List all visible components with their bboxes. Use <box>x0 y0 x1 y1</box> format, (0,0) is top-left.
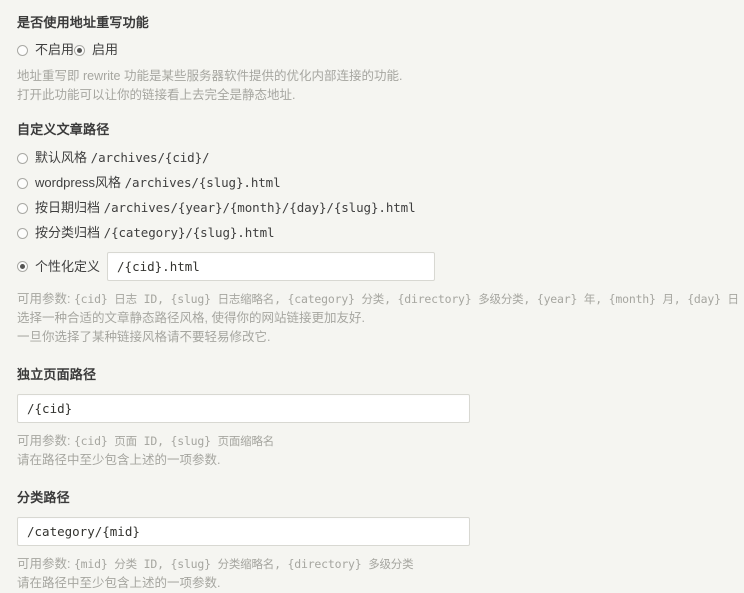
category-path-help-line-2: 请在路径中至少包含上述的一项参数. <box>17 576 221 590</box>
category-path-section-title: 分类路径 <box>17 490 70 505</box>
post-path-option-custom-row: 个性化定义 /{cid}.html <box>17 252 744 281</box>
page-path-help-params-value: {cid} 页面 ID, {slug} 页面缩略名 <box>73 434 275 448</box>
page-path-help-line-2: 请在路径中至少包含上述的一项参数. <box>17 453 221 467</box>
page-path-input[interactable]: /{cid} <box>17 394 470 423</box>
post-path-option-default-label: 默认风格 /archives/{cid}/ <box>35 150 210 166</box>
category-path-help: 可用参数: {mid} 分类 ID, {slug} 分类缩略名, {direct… <box>17 555 744 593</box>
rewrite-option-enabled[interactable]: 启用 <box>74 42 118 58</box>
post-path-option-by-date-label: 按日期归档 /archives/{year}/{month}/{day}/{sl… <box>35 200 416 216</box>
rewrite-option-disabled-label: 不启用 <box>35 42 75 57</box>
post-path-option-default[interactable]: 默认风格 /archives/{cid}/ <box>17 150 744 166</box>
radio-circle-icon[interactable] <box>17 44 28 56</box>
rewrite-option-enabled-label: 启用 <box>92 42 119 57</box>
post-path-option-by-date[interactable]: 按日期归档 /archives/{year}/{month}/{day}/{sl… <box>17 200 744 216</box>
post-path-option-by-category-name: 按分类归档 <box>35 225 101 240</box>
post-path-help-line-2: 选择一种合适的文章静态路径风格, 使得你的网站链接更加友好. <box>17 311 365 325</box>
post-path-option-wordpress-label: wordpress风格 /archives/{slug}.html <box>35 175 281 191</box>
radio-circle-checked-icon[interactable] <box>17 261 28 272</box>
post-path-help-params: 可用参数: {cid} 日志 ID, {slug} 日志缩略名, {catego… <box>17 290 744 309</box>
post-path-option-by-date-name: 按日期归档 <box>35 200 101 215</box>
rewrite-option-disabled[interactable]: 不启用 <box>17 42 74 58</box>
post-path-custom-input[interactable]: /{cid}.html <box>107 252 436 281</box>
radio-circle-icon[interactable] <box>17 152 28 164</box>
radio-circle-icon[interactable] <box>17 227 28 239</box>
rewrite-section-title: 是否使用地址重写功能 <box>17 15 150 30</box>
page-path-help-params-prefix: 可用参数: <box>17 434 74 448</box>
post-path-help-params-prefix: 可用参数: <box>17 292 74 306</box>
category-path-help-params: 可用参数: {mid} 分类 ID, {slug} 分类缩略名, {direct… <box>17 555 744 574</box>
radio-circle-icon[interactable] <box>17 202 28 214</box>
post-path-option-custom-label: 个性化定义 <box>35 258 101 274</box>
post-path-option-wordpress[interactable]: wordpress风格 /archives/{slug}.html <box>17 175 744 191</box>
post-path-help-params-value: {cid} 日志 ID, {slug} 日志缩略名, {category} 分类… <box>73 292 739 306</box>
category-path-input[interactable]: /category/{mid} <box>17 517 470 546</box>
post-path-radio-group: 默认风格 /archives/{cid}/ wordpress风格 /archi… <box>17 150 744 241</box>
page-path-help: 可用参数: {cid} 页面 ID, {slug} 页面缩略名 请在路径中至少包… <box>17 432 744 470</box>
post-path-option-by-category[interactable]: 按分类归档 /{category}/{slug}.html <box>17 225 744 241</box>
post-path-section-title: 自定义文章路径 <box>17 122 110 137</box>
post-path-option-default-pattern: /archives/{cid}/ <box>90 150 210 165</box>
category-path-help-params-value: {mid} 分类 ID, {slug} 分类缩略名, {directory} 多… <box>73 557 414 571</box>
page-path-section-title: 独立页面路径 <box>17 367 97 382</box>
post-path-option-by-category-label: 按分类归档 /{category}/{slug}.html <box>35 225 275 241</box>
post-path-option-wordpress-name: wordpress风格 <box>35 175 121 190</box>
post-path-help: 可用参数: {cid} 日志 ID, {slug} 日志缩略名, {catego… <box>17 290 744 347</box>
post-path-help-line-3: 一旦你选择了某种链接风格请不要轻易修改它. <box>17 330 271 344</box>
post-path-option-by-category-pattern: /{category}/{slug}.html <box>103 225 275 240</box>
post-path-option-default-name: 默认风格 <box>35 150 88 165</box>
rewrite-description-line-1: 地址重写即 rewrite 功能是某些服务器软件提供的优化内部连接的功能. <box>17 69 403 83</box>
rewrite-description-line-2: 打开此功能可以让你的链接看上去完全是静态地址. <box>17 88 296 102</box>
post-path-option-wordpress-pattern: /archives/{slug}.html <box>124 175 281 190</box>
settings-permalink-page: 是否使用地址重写功能 不启用 启用 地址重写即 rewrite 功能是某些服务器… <box>0 0 744 592</box>
rewrite-radio-group: 不启用 启用 <box>17 42 744 58</box>
radio-circle-icon[interactable] <box>17 177 28 189</box>
rewrite-description: 地址重写即 rewrite 功能是某些服务器软件提供的优化内部连接的功能. 打开… <box>17 67 744 105</box>
post-path-option-by-date-pattern: /archives/{year}/{month}/{day}/{slug}.ht… <box>103 200 416 215</box>
post-path-option-custom[interactable]: 个性化定义 <box>17 259 107 275</box>
radio-circle-checked-icon[interactable] <box>74 44 86 56</box>
category-path-help-params-prefix: 可用参数: <box>17 557 74 571</box>
page-path-help-params: 可用参数: {cid} 页面 ID, {slug} 页面缩略名 <box>17 432 744 451</box>
